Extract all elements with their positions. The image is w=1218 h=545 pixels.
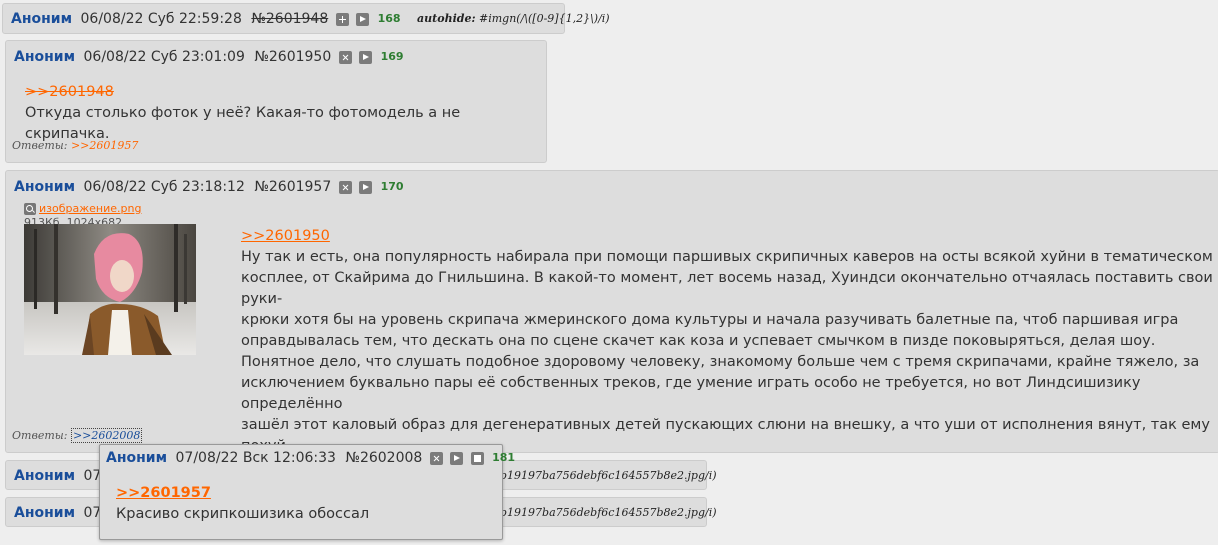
- replies: Ответы: >>2601957: [12, 139, 138, 152]
- post-number[interactable]: №2601950: [254, 49, 331, 65]
- replies-label: Ответы:: [12, 139, 68, 152]
- quote-link[interactable]: >>2601957: [116, 483, 369, 504]
- post-author: Аноним: [11, 11, 73, 27]
- reply-preview-popup[interactable]: Аноним 07/08/22 Вск 12:06:33 №2602008 18…: [99, 444, 515, 540]
- post-text-line: крюки хотя бы на уровень скрипача жмерин…: [241, 312, 1179, 328]
- play-icon[interactable]: [359, 180, 373, 194]
- post-body: >>2601948 Откуда столько фоток у неё? Ка…: [25, 82, 546, 145]
- post-author: Аноним: [14, 468, 76, 484]
- post-text: Красиво скрипкошизика обоссал: [116, 506, 370, 522]
- post-counter: 170: [380, 180, 404, 193]
- autohide-rule: b19197ba756debf6c164557b8e2.jpg/i): [500, 469, 717, 482]
- post-counter: 168: [377, 12, 401, 25]
- post-body: >>2601957 Красиво скрипкошизика обоссал: [116, 483, 369, 525]
- hide-icon[interactable]: [338, 50, 352, 64]
- post-text-line: оправдывалась тем, что дескать она по сц…: [241, 333, 1156, 349]
- quote-link[interactable]: >>2601948: [25, 82, 546, 103]
- post-number[interactable]: №2601957: [254, 179, 331, 195]
- post-2601950: Аноним 06/08/22 Суб 23:01:09 №2601950 16…: [5, 40, 547, 163]
- replies: Ответы: >>2602008: [12, 428, 143, 443]
- reply-link[interactable]: >>2601957: [71, 139, 138, 152]
- post-image-thumbnail[interactable]: [24, 224, 196, 355]
- stop-icon[interactable]: [470, 451, 484, 465]
- post-2601957: Аноним 06/08/22 Суб 23:18:12 №2601957 17…: [5, 170, 1218, 475]
- post-text-line: исключением буквально пары её собственны…: [241, 375, 1141, 412]
- autohide-rule: autohide: #imgn(/\([0-9]{1,2}\)/i): [417, 12, 610, 25]
- post-header: Аноним 06/08/22 Суб 22:59:28 №2601948 16…: [11, 11, 610, 27]
- post-number[interactable]: №2601948: [251, 11, 328, 27]
- post-author: Аноним: [14, 179, 76, 195]
- post-date: 06/08/22 Суб 22:59:28: [80, 11, 242, 27]
- post-date: 06/08/22 Суб 23:18:12: [83, 179, 245, 195]
- post-date: 07/08/22 Вск 12:06:33: [175, 450, 336, 466]
- post-text-line: косплее, от Скайрима до Гнильшина. В как…: [241, 270, 1213, 307]
- file-name[interactable]: изображение.png: [39, 202, 141, 215]
- post-header: Аноним 06/08/22 Суб 23:18:12 №2601957 17…: [14, 179, 404, 195]
- search-icon[interactable]: [24, 203, 36, 215]
- quote-link[interactable]: >>2601950: [241, 226, 1218, 247]
- post-header: Аноним 07: [14, 468, 101, 484]
- post-header: Аноним 06/08/22 Суб 23:01:09 №2601950 16…: [14, 49, 404, 65]
- post-number[interactable]: №2602008: [345, 450, 422, 466]
- post-author: Аноним: [106, 450, 168, 466]
- hide-icon[interactable]: [429, 451, 443, 465]
- post-date: 06/08/22 Суб 23:01:09: [83, 49, 245, 65]
- post-text-line: Понятное дело, что слушать подобное здор…: [241, 354, 1200, 370]
- play-icon[interactable]: [450, 451, 464, 465]
- autohide-rule: b19197ba756debf6c164557b8e2.jpg/i): [500, 506, 717, 519]
- play-icon[interactable]: [359, 50, 373, 64]
- hide-icon[interactable]: [338, 180, 352, 194]
- replies-label: Ответы:: [12, 429, 68, 442]
- expand-icon[interactable]: [335, 12, 349, 26]
- post-hidden-2601948: Аноним 06/08/22 Суб 22:59:28 №2601948 16…: [2, 3, 610, 34]
- post-counter: 169: [380, 50, 404, 63]
- post-author: Аноним: [14, 505, 76, 521]
- reply-link[interactable]: >>2602008: [70, 428, 143, 443]
- post-body: >>2601950 Ну так и есть, она популярност…: [241, 226, 1218, 478]
- post-author: Аноним: [14, 49, 76, 65]
- post-header: Аноним 07: [14, 505, 101, 521]
- play-icon[interactable]: [356, 12, 370, 26]
- post-text-line: Ну так и есть, она популярность набирала…: [241, 249, 1213, 265]
- post-counter: 181: [492, 451, 516, 464]
- post-header: Аноним 07/08/22 Вск 12:06:33 №2602008 18…: [106, 450, 515, 466]
